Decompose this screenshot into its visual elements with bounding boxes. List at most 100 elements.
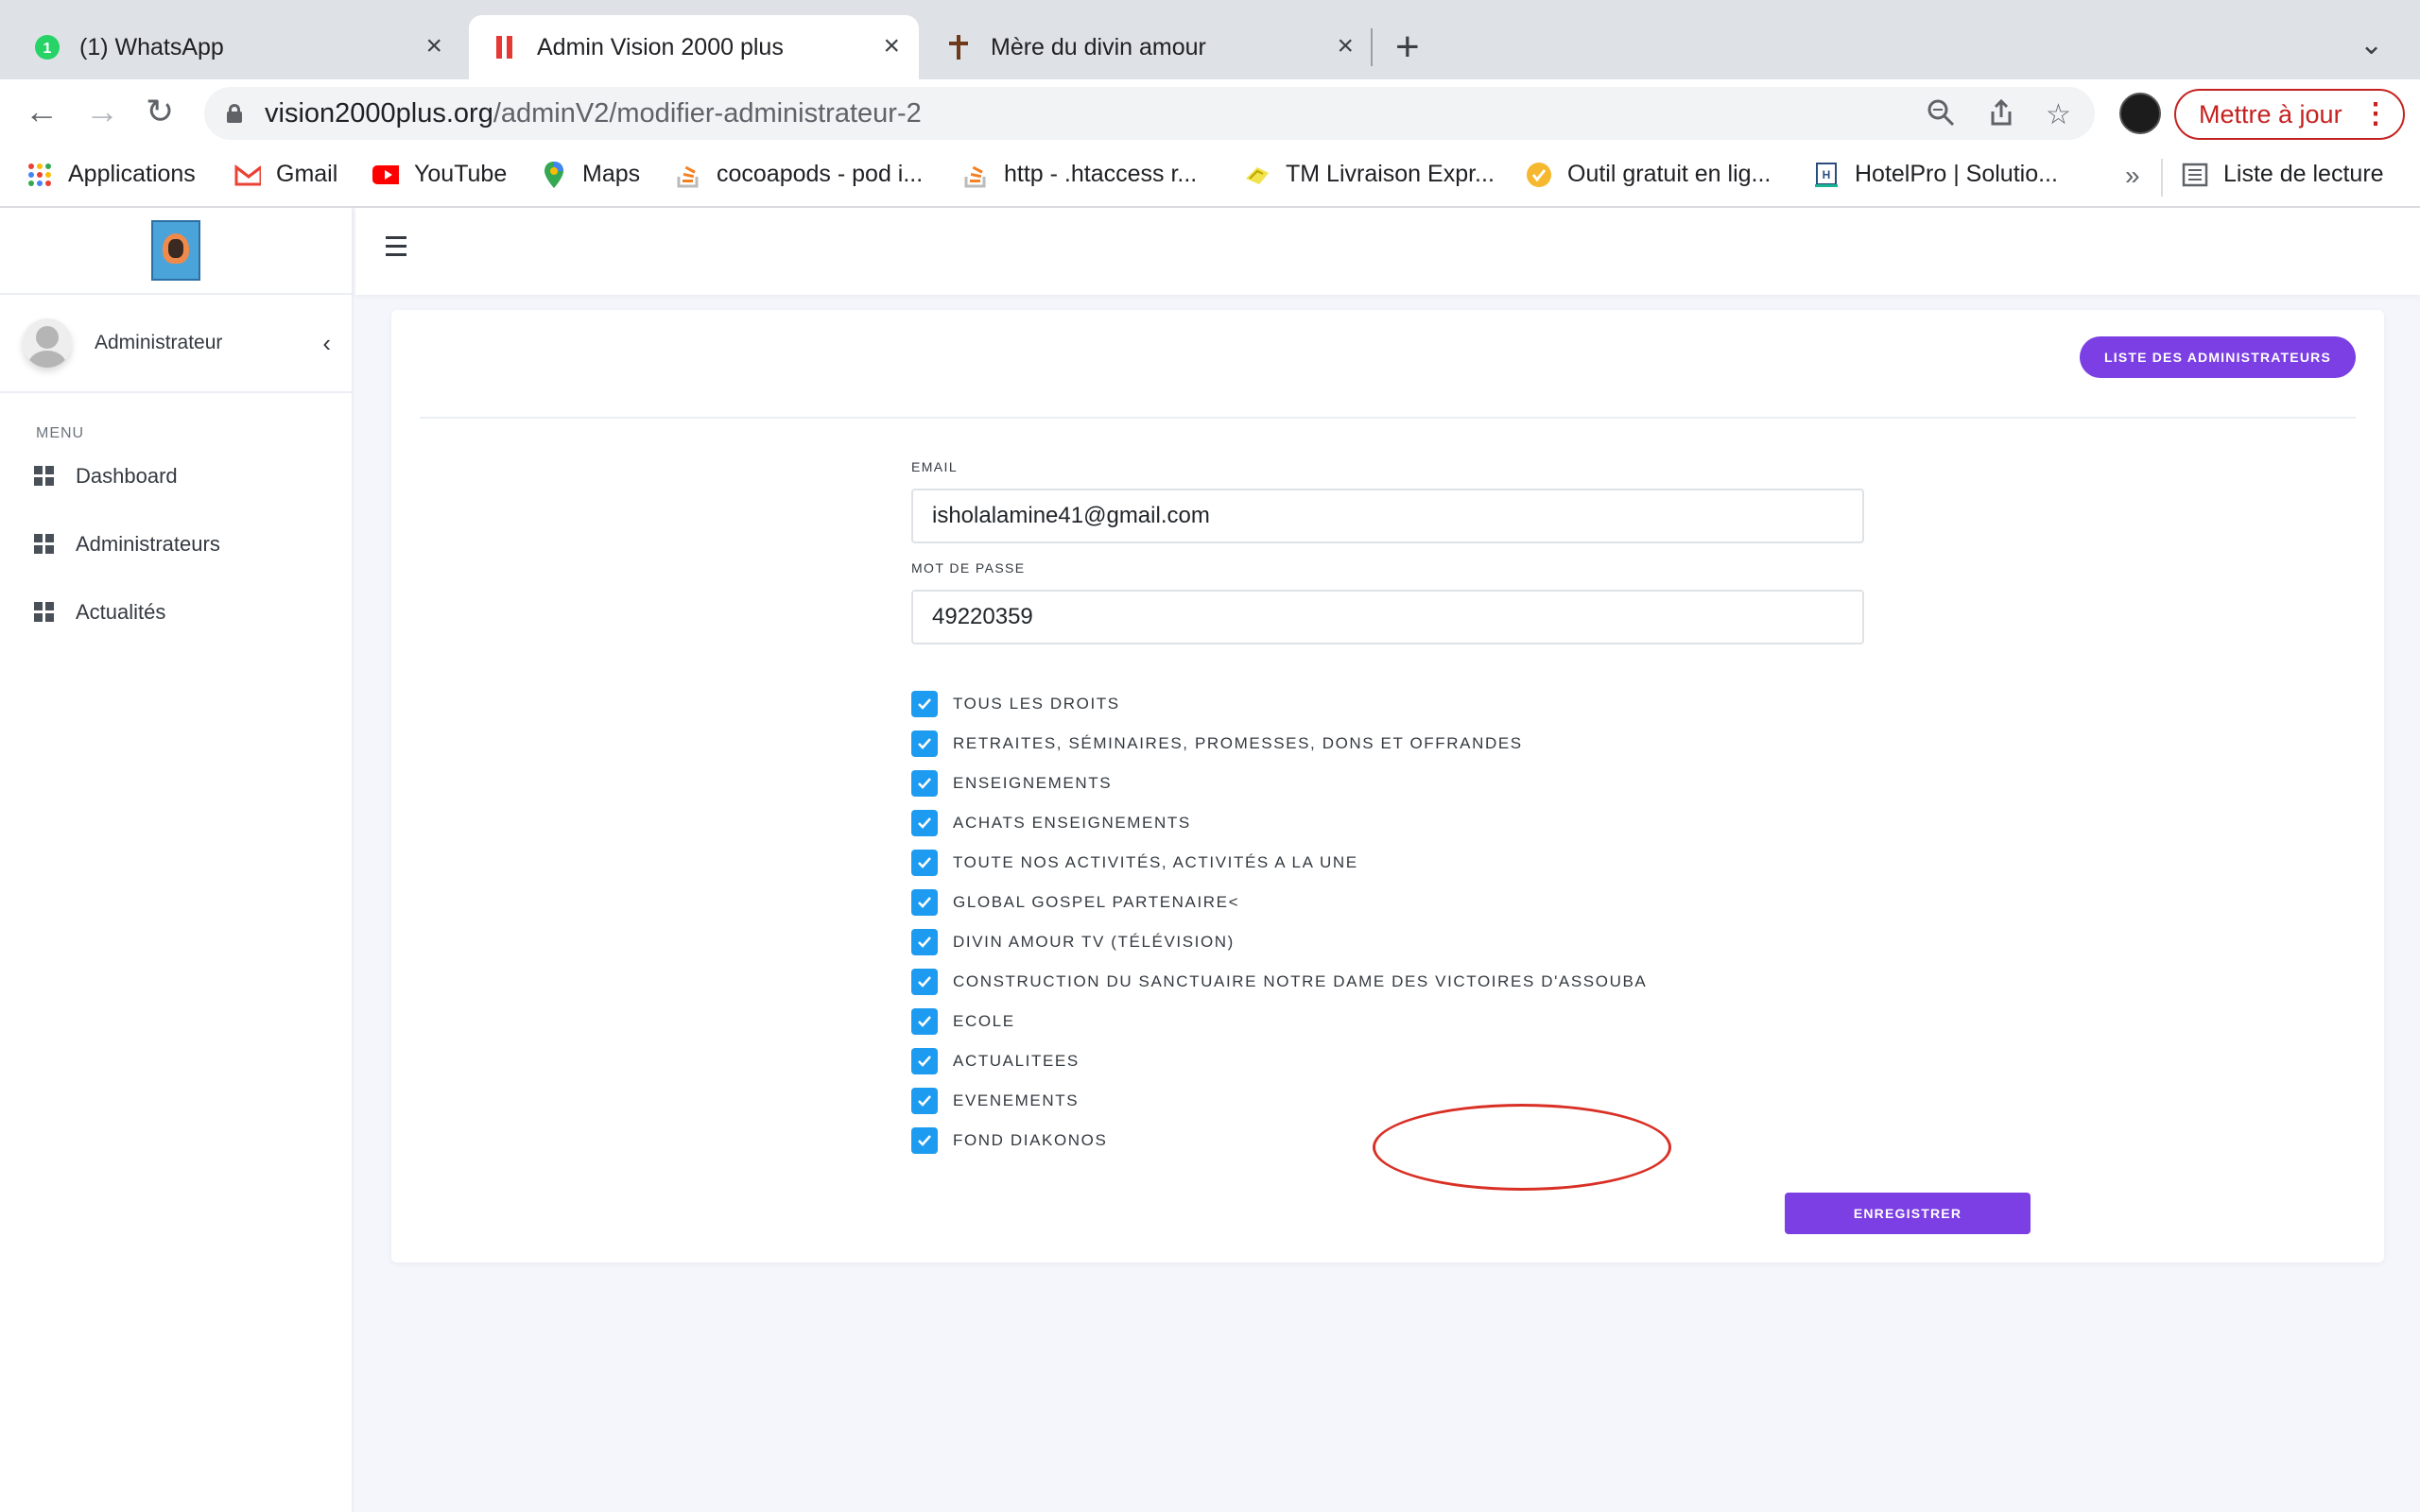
close-tab-icon[interactable]: × [1337,32,1354,60]
user-name: Administrateur [95,332,223,353]
more-vert-icon[interactable]: ⋮ [2361,98,2390,130]
sidebar-item-label: Administrateurs [76,532,220,556]
checkbox-checked[interactable] [911,969,938,995]
app-topbar [355,208,2420,295]
close-tab-icon[interactable]: × [883,32,900,60]
dashboard-grid-icon [34,466,55,487]
svg-text:H: H [1823,168,1831,181]
permission-label: RETRAITES, SÉMINAIRES, PROMESSES, DONS E… [953,734,1523,752]
tab-separator [1371,28,1373,66]
tab-title: Mère du divin amour [991,33,1206,60]
reading-list-icon [2182,162,2208,188]
menu-title: MENU [36,425,85,441]
bookmark-label: HotelPro | Solutio... [1855,161,2058,187]
bookmark-gmail[interactable]: Gmail [234,161,337,188]
maps-pin-icon [541,161,567,188]
chevron-left-icon[interactable]: ‹ [322,329,331,358]
vision-icon [492,34,518,60]
reading-list-button[interactable]: Liste de lecture [2182,161,2384,188]
gmail-icon [234,162,261,188]
hamburger-menu-icon[interactable] [386,236,406,262]
checkbox-checked[interactable] [911,810,938,836]
browser-tab-bar: 1 (1) WhatsApp × Admin Vision 2000 plus … [0,0,2420,79]
permission-row[interactable]: ENSEIGNEMENTS [911,764,1647,803]
permission-row[interactable]: TOUS LES DROITS [911,684,1647,724]
permission-label: ENSEIGNEMENTS [953,774,1113,792]
permission-label: GLOBAL GOSPEL PARTENAIRE< [953,893,1240,911]
dashboard-grid-icon [34,602,55,623]
bookmark-youtube[interactable]: YouTube [372,161,507,188]
site-logo[interactable] [151,220,200,281]
permission-label: FOND DIAKONOS [953,1131,1108,1149]
star-bookmark-icon[interactable]: ☆ [2046,98,2071,131]
apps-grid-icon [26,162,53,188]
checkbox-checked[interactable] [911,770,938,797]
permission-row[interactable]: TOUTE NOS ACTIVITÉS, ACTIVITÉS A LA UNE [911,843,1647,883]
permission-row[interactable]: ACTUALITEES [911,1041,1647,1081]
permission-label: ACTUALITEES [953,1052,1080,1070]
permission-row[interactable]: ACHATS ENSEIGNEMENTS [911,803,1647,843]
permission-label: EVENEMENTS [953,1091,1080,1109]
close-tab-icon[interactable]: × [425,32,442,60]
bookmark-maps[interactable]: Maps [541,161,640,188]
checkbox-checked[interactable] [911,730,938,757]
youtube-icon [372,162,399,188]
checkbox-checked[interactable] [911,889,938,916]
lock-icon [227,104,242,123]
new-tab-button[interactable]: + [1395,23,1420,72]
bookmark-label: Maps [582,161,641,187]
sidebar-item-label: Dashboard [76,464,178,488]
bookmark-label: http - .htaccess r... [1004,161,1198,187]
whatsapp-icon: 1 [34,34,60,60]
update-label: Mettre à jour [2199,99,2342,129]
bookmark-hotelpro[interactable]: H HotelPro | Solutio... [1813,161,2058,188]
user-panel: Administrateur ‹ [0,295,352,393]
forward-arrow-icon[interactable]: → [85,93,119,130]
bookmark-htaccess[interactable]: http - .htaccess r... [962,161,1197,188]
checkbox-checked[interactable] [911,1008,938,1035]
email-field[interactable] [911,489,1864,543]
checkbox-checked[interactable] [911,929,938,955]
tab-title: Admin Vision 2000 plus [537,33,784,60]
tab-admin-vision[interactable]: Admin Vision 2000 plus × [469,15,919,79]
permission-row[interactable]: ECOLE [911,1002,1647,1041]
cross-icon [945,34,972,60]
tab-whatsapp[interactable]: 1 (1) WhatsApp × [11,15,461,79]
permission-row[interactable]: GLOBAL GOSPEL PARTENAIRE< [911,883,1647,922]
chevron-down-icon[interactable]: ⌄ [2360,28,2383,61]
bookmark-outil-gratuit[interactable]: Outil gratuit en lig... [1526,161,1771,188]
sidebar-item-dashboard[interactable]: Dashboard [0,442,352,510]
bookmarks-divider [2161,159,2163,197]
permission-row[interactable]: DIVIN AMOUR TV (TÉLÉVISION) [911,922,1647,962]
stackoverflow-icon [962,162,989,188]
reload-icon[interactable]: ↻ [146,93,174,130]
checkbox-checked[interactable] [911,691,938,717]
list-admins-button[interactable]: LISTE DES ADMINISTRATEURS [2080,336,2356,378]
address-bar[interactable]: vision2000plus.org/adminV2/modifier-admi… [204,87,2095,140]
delivery-icon [1244,162,1270,188]
bookmark-label: Outil gratuit en lig... [1567,161,1772,187]
save-button[interactable]: ENREGISTRER [1785,1193,2031,1234]
bookmark-cocoapods[interactable]: cocoapods - pod i... [675,161,923,188]
sidebar-item-actualites[interactable]: Actualités [0,578,352,646]
password-field[interactable] [911,590,1864,644]
checkbox-checked[interactable] [911,1048,938,1074]
tab-mere-divin-amour[interactable]: Mère du divin amour × [923,15,1373,79]
back-arrow-icon[interactable]: ← [25,93,59,130]
permission-row[interactable]: CONSTRUCTION DU SANCTUAIRE NOTRE DAME DE… [911,962,1647,1002]
sidebar-item-administrateurs[interactable]: Administrateurs [0,510,352,578]
check-badge-icon [1526,162,1552,188]
share-icon[interactable] [1987,98,2015,134]
update-button[interactable]: Mettre à jour ⋮ [2174,89,2405,140]
email-label: EMAIL [911,459,959,474]
permission-row[interactable]: RETRAITES, SÉMINAIRES, PROMESSES, DONS E… [911,724,1647,764]
bookmark-tm-livraison[interactable]: TM Livraison Expr... [1244,161,1495,188]
profile-avatar[interactable] [2119,93,2161,134]
zoom-icon[interactable] [1927,98,1955,134]
checkbox-checked[interactable] [911,1127,938,1154]
checkbox-checked[interactable] [911,850,938,876]
more-bookmarks-button[interactable]: » [2125,161,2140,191]
bookmark-applications[interactable]: Applications [26,161,196,188]
checkbox-checked[interactable] [911,1088,938,1114]
permission-label: ECOLE [953,1012,1015,1030]
